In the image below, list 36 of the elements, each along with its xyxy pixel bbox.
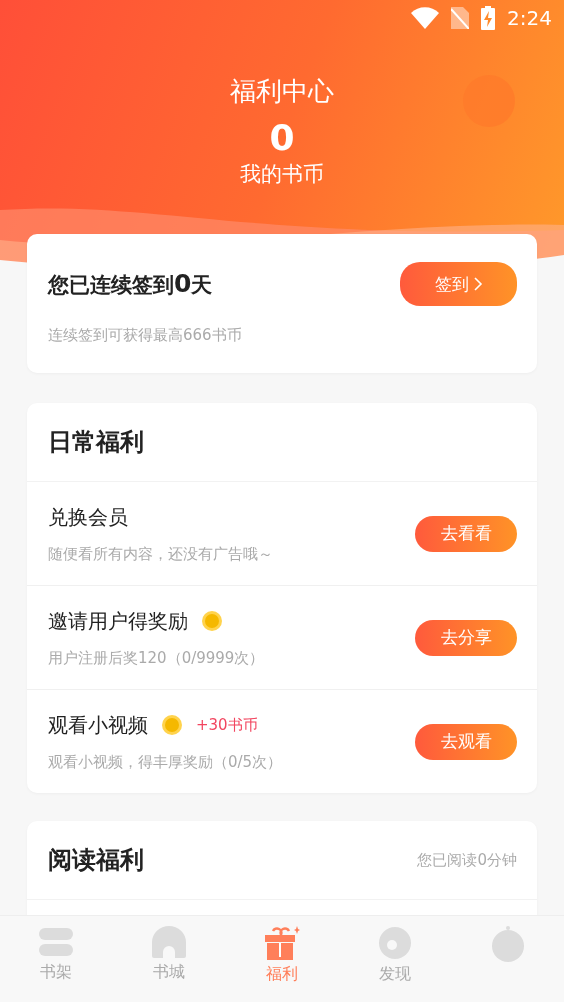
- coin-balance: 0: [269, 117, 295, 158]
- task-description: 观看小视频，得丰厚奖励（0/5次）: [48, 752, 283, 772]
- tab-label: 书城: [153, 962, 186, 983]
- task-title: 观看小视频: [48, 711, 148, 739]
- task-button[interactable]: 去观看: [415, 723, 517, 760]
- chevron-right-icon: [472, 276, 483, 292]
- nav-tab[interactable]: 福利: [225, 916, 339, 1002]
- reading-time: 您已阅读0分钟: [417, 850, 517, 870]
- task-title: 兑换会员: [48, 503, 128, 531]
- tab-label: 书架: [40, 962, 73, 983]
- books-icon: [39, 926, 74, 958]
- task-description: 用户注册后奖120（0/9999次）: [48, 648, 265, 668]
- no-sim-icon: [451, 7, 470, 29]
- section-title: 阅读福利: [48, 845, 144, 876]
- tab-label: 发现: [378, 964, 411, 985]
- nav-tab[interactable]: 发现: [338, 916, 452, 1002]
- wifi-icon: [411, 7, 440, 29]
- robot-face-icon: [490, 926, 525, 962]
- task-button[interactable]: 去看看: [415, 515, 517, 552]
- nav-tab[interactable]: 书架: [0, 916, 113, 1002]
- battery-charging-icon: [481, 6, 496, 30]
- sign-in-button[interactable]: 签到: [400, 262, 517, 306]
- coin-balance-label: 我的书币: [240, 161, 324, 188]
- status-time: 2:24: [507, 6, 552, 30]
- sign-in-streak: 您已连续签到0天: [48, 269, 213, 299]
- page-title: 福利中心: [230, 75, 334, 108]
- task-reward: +30书币: [196, 715, 258, 735]
- arch-icon: [152, 926, 187, 958]
- task-button[interactable]: 去分享: [415, 619, 517, 656]
- nav-tab[interactable]: 书城: [112, 916, 226, 1002]
- task-description: 随便看所有内容，还没有广告哦～: [48, 544, 273, 564]
- tab-label: 福利: [266, 964, 298, 985]
- section-title: 日常福利: [48, 427, 144, 458]
- task-title: 邀请用户得奖励: [48, 607, 188, 635]
- gift-icon: [264, 926, 300, 960]
- sign-in-hint: 连续签到可获得最高666书币: [47, 325, 243, 346]
